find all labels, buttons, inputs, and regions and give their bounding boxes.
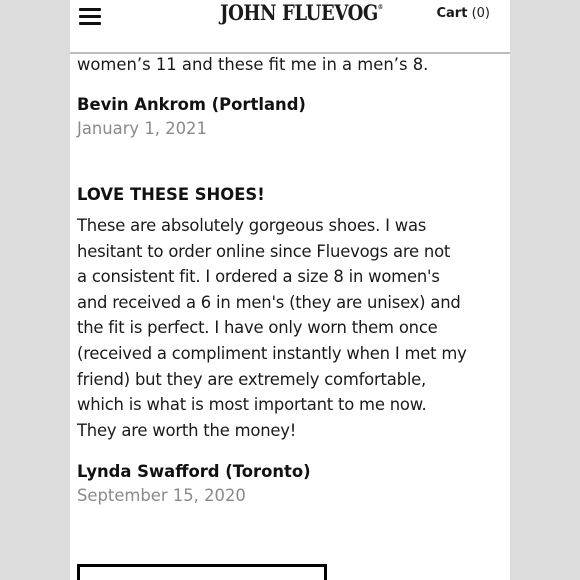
- review-author: Lynda Swafford (Toronto): [77, 462, 311, 482]
- registered-mark: ®: [377, 4, 383, 11]
- site-header: John Fluevog® Cart (0): [70, 0, 510, 54]
- cart-link[interactable]: Cart (0): [436, 6, 490, 21]
- review-body: These are absolutely gorgeous shoes. I w…: [77, 216, 467, 440]
- brand-logo-text: John Fluevog: [220, 0, 378, 25]
- cart-label: Cart: [436, 6, 468, 21]
- review-author: Bevin Ankrom (Portland): [77, 95, 306, 114]
- review-item: women’s 11 and these fit me in a men’s 8…: [77, 52, 497, 141]
- review-title: LOVE THESE SHOES!: [77, 185, 265, 204]
- hamburger-menu-icon[interactable]: [79, 7, 101, 25]
- more-reviews-button[interactable]: [77, 564, 327, 580]
- hamburger-bar: [79, 15, 101, 18]
- page: John Fluevog® Cart (0) women’s 11 and th…: [70, 0, 510, 580]
- hamburger-bar: [79, 22, 101, 25]
- reviews-list: women’s 11 and these fit me in a men’s 8…: [77, 52, 497, 508]
- cart-count: (0): [471, 6, 490, 21]
- hamburger-bar: [79, 8, 101, 11]
- review-date: January 1, 2021: [77, 119, 207, 138]
- review-body: women’s 11 and these fit me in a men’s 8…: [77, 55, 429, 74]
- review-item: LOVE THESE SHOES! These are absolutely g…: [77, 183, 497, 508]
- brand-logo[interactable]: John Fluevog®: [220, 0, 383, 25]
- review-date: September 15, 2020: [77, 486, 246, 506]
